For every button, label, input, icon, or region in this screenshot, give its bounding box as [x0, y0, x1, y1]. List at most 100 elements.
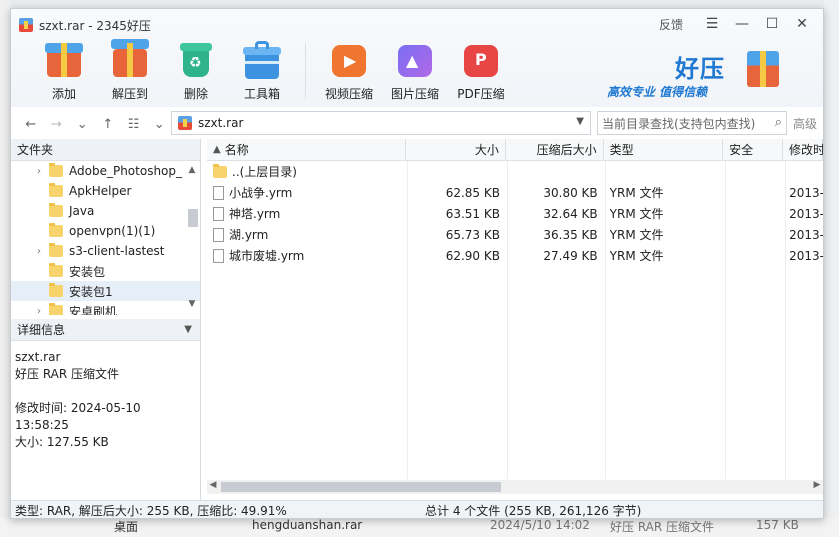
file-icon: [213, 227, 224, 242]
horizontal-scroll-thumb[interactable]: [221, 482, 501, 492]
folder-icon: [49, 303, 63, 315]
add-button[interactable]: 添加: [31, 39, 97, 105]
detail-modified: 修改时间: 2024-05-10 13:58:25: [15, 401, 141, 432]
feedback-link[interactable]: 反馈: [659, 16, 683, 33]
pdf-compress-icon: P: [460, 39, 502, 81]
tree-item[interactable]: › 安卓刷机: [11, 301, 200, 315]
search-placeholder: 当前目录查找(支持包内查找): [602, 116, 756, 131]
back-arrow-icon[interactable]: ←: [19, 117, 43, 132]
scroll-up-icon[interactable]: ▲: [186, 165, 198, 177]
desktop-background: [0, 0, 10, 537]
table-row[interactable]: 小战争.yrm 62.85 KB 30.80 KB YRM 文件 2013-: [207, 182, 823, 203]
scroll-down-icon[interactable]: ▼: [186, 299, 198, 311]
folder-icon: [213, 163, 227, 178]
scroll-right-icon[interactable]: ▶: [811, 480, 823, 490]
pdf-compress-button[interactable]: P PDF压缩: [448, 39, 514, 105]
tree-item[interactable]: 安装包: [11, 261, 200, 281]
column-type[interactable]: 类型: [604, 139, 724, 160]
chevron-down-icon[interactable]: ▼: [184, 324, 192, 335]
tree-item[interactable]: ApkHelper: [11, 181, 200, 201]
video-compress-icon: ▶: [328, 39, 370, 81]
horizontal-scrollbar[interactable]: ◀ ▶: [207, 480, 823, 494]
haozip-window: szxt.rar - 2345好压 反馈 ☰ — ☐ ✕ 添加 解压到 ♻ 删除…: [10, 8, 824, 519]
image-compress-icon: ▲: [394, 39, 436, 81]
sort-asc-icon: ▲: [213, 144, 221, 155]
detail-panel-header[interactable]: 详细信息 ▼: [11, 319, 200, 341]
file-list-header: ▲ 名称 大小 压缩后大小 类型 安全 修改时: [207, 139, 823, 161]
column-name[interactable]: ▲ 名称: [207, 139, 407, 160]
status-bar: 类型: RAR, 解压后大小: 255 KB, 压缩比: 49.91% 总计 4…: [11, 500, 823, 518]
column-size[interactable]: 大小: [406, 139, 506, 160]
path-field[interactable]: szxt.rar ▼: [171, 111, 591, 135]
file-icon: [213, 185, 224, 200]
app-icon: [19, 18, 33, 32]
add-icon: [43, 39, 85, 81]
close-icon[interactable]: ✕: [787, 14, 817, 34]
window-controls: 反馈 ☰ — ☐ ✕: [659, 14, 817, 34]
view-dropdown-icon[interactable]: ⌄: [147, 117, 171, 132]
brand-name: 好压: [675, 55, 725, 83]
tree-item-selected[interactable]: 安装包1: [11, 281, 200, 301]
bg-desktop-label: 桌面: [114, 520, 139, 534]
detail-filename: szxt.rar: [15, 350, 61, 364]
search-icon[interactable]: ⌕: [775, 115, 782, 130]
bg-file-size: 157 KB: [756, 518, 799, 532]
archive-icon: [178, 116, 192, 130]
toolbox-button[interactable]: 工具箱: [229, 39, 295, 105]
parent-dir-row[interactable]: ..(上层目录): [207, 161, 823, 182]
folder-icon: [49, 263, 63, 277]
folder-icon: [49, 203, 63, 217]
status-archive-info: 类型: RAR, 解压后大小: 255 KB, 压缩比: 49.91%: [15, 503, 287, 518]
view-mode-icon[interactable]: ☷: [122, 117, 146, 132]
extract-button[interactable]: 解压到: [97, 39, 163, 105]
title-bar: szxt.rar - 2345好压: [19, 16, 151, 34]
tree-item[interactable]: › s3-client-lastest: [11, 241, 200, 261]
toolbox-icon: [241, 39, 283, 81]
delete-button[interactable]: ♻ 删除: [163, 39, 229, 105]
detail-size: 大小: 127.55 KB: [15, 435, 109, 449]
extract-icon: [109, 39, 151, 81]
scroll-thumb[interactable]: [188, 209, 198, 227]
folder-tree: › Adobe_Photoshop_ ApkHelper Java openvpn…: [11, 161, 200, 315]
window-title: szxt.rar - 2345好压: [39, 18, 151, 33]
bg-file-date: 2024/5/10 14:02: [490, 518, 590, 532]
address-bar: ← → ⌄ ↑ ☷ ⌄ szxt.rar ▼ 当前目录查找(支持包内查找) ⌕ …: [11, 111, 823, 137]
nav-buttons: ← → ⌄ ↑ ☷ ⌄: [11, 117, 171, 132]
column-modified[interactable]: 修改时: [783, 139, 823, 160]
maximize-icon[interactable]: ☐: [757, 14, 787, 34]
toolbar-separator: [305, 43, 306, 99]
search-field[interactable]: 当前目录查找(支持包内查找) ⌕: [597, 111, 787, 135]
delete-icon: ♻: [175, 39, 217, 81]
folder-icon: [49, 183, 63, 197]
detail-filetype: 好压 RAR 压缩文件: [15, 367, 120, 381]
brand-slogan: 高效专业 值得信赖: [607, 85, 708, 99]
history-dropdown-icon[interactable]: ⌄: [70, 117, 94, 132]
advanced-search-link[interactable]: 高级: [793, 115, 817, 132]
tree-item[interactable]: openvpn(1)(1): [11, 221, 200, 241]
tree-item[interactable]: Java: [11, 201, 200, 221]
bg-file-name: hengduanshan.rar: [252, 518, 363, 532]
desktop-background-right: [824, 0, 839, 537]
table-row[interactable]: 湖.yrm 65.73 KB 36.35 KB YRM 文件 2013-: [207, 224, 823, 245]
video-compress-button[interactable]: ▶ 视频压缩: [316, 39, 382, 105]
folder-icon: [49, 283, 63, 297]
folder-icon: [49, 163, 63, 177]
up-arrow-icon[interactable]: ↑: [96, 117, 120, 132]
minimize-icon[interactable]: —: [727, 14, 757, 34]
column-security[interactable]: 安全: [723, 139, 783, 160]
table-row[interactable]: 神塔.yrm 63.51 KB 32.64 KB YRM 文件 2013-: [207, 203, 823, 224]
table-row[interactable]: 城市废墟.yrm 62.90 KB 27.49 KB YRM 文件 2013-: [207, 245, 823, 266]
path-dropdown-icon[interactable]: ▼: [576, 116, 584, 127]
tree-item[interactable]: › Adobe_Photoshop_: [11, 161, 200, 181]
image-compress-button[interactable]: ▲ 图片压缩: [382, 39, 448, 105]
file-list: ▲ 名称 大小 压缩后大小 类型 安全 修改时 ..(上层目录) 小战争.yrm …: [207, 139, 823, 500]
menu-icon[interactable]: ☰: [697, 14, 727, 34]
file-icon: [213, 206, 224, 221]
folder-panel-header: 文件夹: [11, 139, 200, 161]
forward-arrow-icon[interactable]: →: [45, 117, 69, 132]
column-compressed[interactable]: 压缩后大小: [506, 139, 604, 160]
tree-scrollbar[interactable]: ▲ ▼: [186, 165, 198, 311]
status-file-total: 总计 4 个文件 (255 KB, 261,126 字节): [425, 503, 642, 518]
detail-panel: szxt.rar 好压 RAR 压缩文件 修改时间: 2024-05-10 13…: [11, 341, 200, 459]
scroll-left-icon[interactable]: ◀: [207, 480, 219, 490]
